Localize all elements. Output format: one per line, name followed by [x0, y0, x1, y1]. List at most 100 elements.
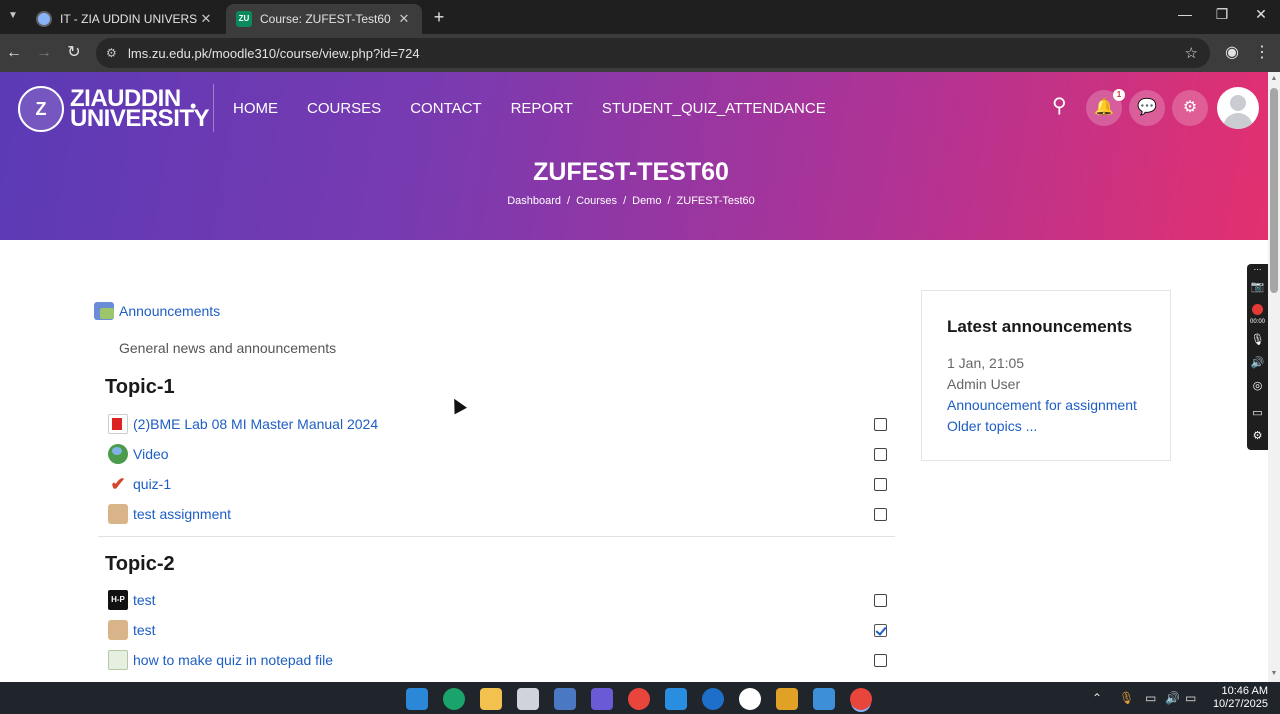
announcements-activity: Announcements	[94, 302, 220, 320]
edge-icon[interactable]	[443, 688, 465, 710]
breadcrumb-courses[interactable]: Courses	[576, 195, 617, 207]
scroll-down-icon[interactable]: ▼	[1270, 670, 1278, 677]
completion-checkbox[interactable]	[874, 507, 887, 521]
page-header: Z ZIAUDDIN UNIVERSITY • HOME COURSES CON…	[0, 72, 1268, 240]
scroll-up-icon[interactable]: ▲	[1270, 75, 1278, 82]
university-logo[interactable]: Z ZIAUDDIN UNIVERSITY	[18, 86, 210, 132]
page-scrollbar[interactable]: ▲ ▼	[1268, 72, 1280, 682]
breadcrumb-current[interactable]: ZUFEST-Test60	[677, 195, 755, 207]
back-arrow-icon[interactable]: ←	[4, 43, 24, 63]
completion-checkbox[interactable]	[874, 593, 887, 607]
chrome-icon[interactable]	[628, 688, 650, 710]
nav-contact[interactable]: CONTACT	[410, 100, 481, 117]
reload-icon[interactable]: ↻	[64, 43, 84, 63]
window-icon[interactable]: ▭	[1250, 406, 1265, 419]
record-icon[interactable]	[1252, 304, 1263, 315]
completion-checkbox[interactable]	[874, 477, 887, 491]
tray-volume-icon[interactable]: 🔊	[1165, 691, 1180, 705]
snipping-tool-icon[interactable]	[554, 688, 576, 710]
address-bar[interactable]: ⚙ lms.zu.edu.pk/moodle310/course/view.ph…	[96, 38, 1210, 68]
visual-studio-icon[interactable]	[591, 688, 613, 710]
close-window-icon[interactable]: ✕	[1246, 6, 1276, 23]
recorder-settings-icon[interactable]: ⚙	[1250, 429, 1265, 442]
topic-1-title: Topic-1	[105, 376, 175, 398]
edge-dev-icon[interactable]	[702, 688, 724, 710]
vscode-icon[interactable]	[665, 688, 687, 710]
settings-gear-icon[interactable]: ⚙	[1172, 90, 1208, 126]
recorder-more-icon[interactable]: ⋯	[1250, 265, 1265, 274]
speaker-icon[interactable]: 🔊	[1250, 356, 1265, 369]
github-icon[interactable]	[739, 688, 761, 710]
tab-close-icon[interactable]: ✕	[396, 11, 412, 27]
git-icon[interactable]	[776, 688, 798, 710]
search-icon[interactable]: ⚲	[1052, 93, 1067, 118]
tray-mic-icon[interactable]: 🎙	[1119, 691, 1134, 705]
announcements-link[interactable]: Announcements	[119, 303, 220, 319]
nav-courses[interactable]: COURSES	[307, 100, 381, 117]
clock-date: 10/27/2025	[1212, 698, 1268, 710]
browser-tabstrip: ▼ IT - ZIA UDDIN UNIVERSITY ✕ ZU Course:…	[0, 0, 1280, 34]
webcam-icon[interactable]: ◎	[1250, 379, 1265, 392]
notes-icon[interactable]	[813, 688, 835, 710]
activity-link[interactable]: test	[133, 592, 156, 608]
breadcrumb-demo[interactable]: Demo	[632, 195, 661, 207]
main-nav: HOME COURSES CONTACT REPORT STUDENT_QUIZ…	[233, 100, 826, 117]
browser-tab-it-zia-uddin[interactable]: IT - ZIA UDDIN UNIVERSITY ✕	[26, 4, 224, 34]
nav-home[interactable]: HOME	[233, 100, 278, 117]
tab-close-icon[interactable]: ✕	[198, 11, 214, 27]
activity-link[interactable]: test assignment	[133, 506, 231, 522]
activity-link[interactable]: quiz-1	[133, 476, 171, 492]
activity-link[interactable]: Video	[133, 446, 169, 462]
tray-chevron-icon[interactable]: ⌃	[1092, 691, 1102, 705]
logo-dot: •	[190, 96, 197, 116]
windows-taskbar: ⌃ 🎙 ▭ 🔊 ▭ 10:46 AM 10/27/2025	[0, 682, 1280, 714]
activity-link[interactable]: (2)BME Lab 08 MI Master Manual 2024	[133, 416, 378, 432]
messages-icon[interactable]: 💬	[1129, 90, 1165, 126]
forward-arrow-icon[interactable]: →	[34, 43, 54, 63]
completion-checkbox[interactable]	[874, 447, 887, 461]
latest-announcements-block: Latest announcements 1 Jan, 21:05 Admin …	[921, 290, 1171, 461]
activity-link[interactable]: test	[133, 622, 156, 638]
completion-checkbox[interactable]	[874, 653, 887, 667]
avatar-head	[1230, 95, 1246, 111]
nav-student-quiz-attendance[interactable]: STUDENT_QUIZ_ATTENDANCE	[602, 100, 826, 117]
chrome-active-icon[interactable]	[850, 688, 872, 710]
minimize-icon[interactable]: —	[1170, 6, 1200, 22]
tab-title: Course: ZUFEST-Test60	[260, 12, 391, 26]
notepad-icon[interactable]	[517, 688, 539, 710]
nav-report[interactable]: REPORT	[511, 100, 573, 117]
bookmark-star-icon[interactable]: ☆	[1185, 44, 1198, 62]
completion-checkbox[interactable]	[874, 417, 887, 431]
section-divider	[98, 536, 895, 537]
address-url[interactable]: lms.zu.edu.pk/moodle310/course/view.php?…	[128, 46, 420, 61]
activity-link[interactable]: how to make quiz in notepad file	[133, 652, 333, 668]
site-info-icon[interactable]: ⚙	[106, 46, 122, 60]
pdf-icon	[108, 414, 128, 434]
older-topics-link[interactable]: Older topics ...	[947, 418, 1037, 434]
maximize-icon[interactable]: ❐	[1207, 6, 1237, 23]
user-avatar[interactable]	[1217, 87, 1259, 129]
activity-row: Video	[108, 442, 887, 466]
recorder-time: 00:00	[1249, 319, 1265, 325]
microphone-icon[interactable]: 🎙	[1250, 333, 1265, 346]
profile-icon[interactable]: ◉	[1222, 43, 1242, 63]
taskbar-clock[interactable]: 10:46 AM 10/27/2025	[1213, 685, 1268, 711]
breadcrumb-dashboard[interactable]: Dashboard	[507, 195, 561, 207]
block-title: Latest announcements	[947, 317, 1133, 336]
camera-icon[interactable]: 📷	[1250, 280, 1265, 293]
browser-tab-course[interactable]: ZU Course: ZUFEST-Test60 ✕	[226, 4, 422, 34]
start-windows-icon[interactable]	[406, 688, 428, 710]
scroll-thumb[interactable]	[1270, 88, 1278, 293]
announcement-link[interactable]: Announcement for assignment	[947, 397, 1137, 413]
tray-display-icon[interactable]: ▭	[1145, 691, 1156, 705]
tray-battery-icon[interactable]: ▭	[1185, 691, 1196, 705]
tab-search-chevron-icon[interactable]: ▼	[4, 7, 22, 25]
browser-menu-icon[interactable]: ⋮	[1252, 43, 1272, 63]
activity-row: H-P test	[108, 588, 887, 612]
new-tab-plus-icon[interactable]: +	[428, 7, 450, 29]
activity-row: test	[108, 618, 887, 642]
completion-checkbox-checked[interactable]	[874, 623, 887, 637]
file-explorer-icon[interactable]	[480, 688, 502, 710]
quiz-icon: ✔	[110, 474, 126, 494]
tab-title: IT - ZIA UDDIN UNIVERSITY	[60, 12, 198, 26]
